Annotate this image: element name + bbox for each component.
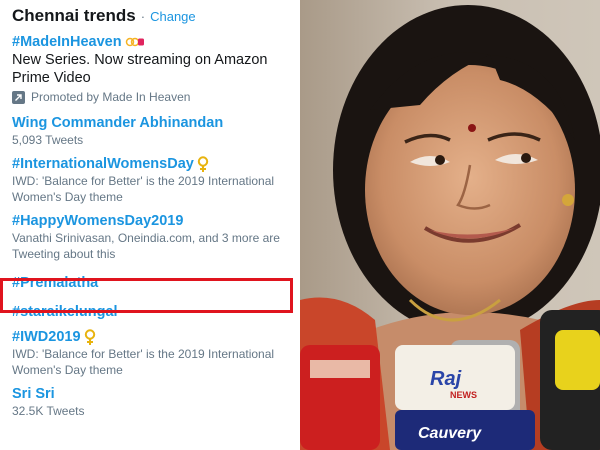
promoted-text: Promoted by Made In Heaven bbox=[31, 90, 191, 104]
trend-name[interactable]: #InternationalWomensDay bbox=[12, 155, 300, 173]
header-separator: · bbox=[140, 9, 146, 24]
trend-description: New Series. Now streaming on Amazon Prim… bbox=[12, 52, 268, 86]
trend-item[interactable]: #InternationalWomensDay IWD: 'Balance fo… bbox=[12, 152, 300, 209]
trend-item[interactable]: Wing Commander Abhinandan 5,093 Tweets bbox=[12, 111, 300, 152]
highlight-annotation-box bbox=[0, 278, 293, 313]
trend-item[interactable]: #MadeInHeaven New Series. Now streaming … bbox=[12, 30, 300, 109]
trends-panel: Chennai trends · Change #MadeInHeaven Ne… bbox=[0, 0, 300, 450]
trend-context: IWD: 'Balance for Better' is the 2019 In… bbox=[12, 347, 275, 377]
news-photo: Raj NEWS Cauvery bbox=[300, 0, 600, 450]
speaker-photo-illustration: Raj NEWS Cauvery bbox=[300, 0, 600, 450]
mic-logo-cauvery: Cauvery bbox=[418, 425, 482, 442]
tweet-count: 5,093 Tweets bbox=[12, 133, 84, 147]
change-location-link[interactable]: Change bbox=[150, 9, 196, 24]
trend-name[interactable]: #HappyWomensDay2019 bbox=[12, 212, 300, 230]
trend-name-text[interactable]: #IWD2019 bbox=[12, 328, 81, 346]
trends-title: Chennai trends bbox=[12, 6, 136, 25]
tweet-count: 32.5K Tweets bbox=[12, 404, 85, 418]
trend-name-text[interactable]: #InternationalWomensDay bbox=[12, 155, 194, 173]
trend-context: Vanathi Srinivasan, Oneindia.com, and 3 … bbox=[12, 231, 280, 261]
trend-item[interactable]: #HappyWomensDay2019 Vanathi Srinivasan, … bbox=[12, 209, 300, 266]
trend-name-text[interactable]: #MadeInHeaven bbox=[12, 33, 122, 51]
promoted-label: Promoted by Made In Heaven bbox=[12, 89, 300, 105]
trends-header: Chennai trends · Change bbox=[12, 6, 300, 30]
female-symbol-icon bbox=[197, 155, 209, 173]
trend-name[interactable]: #MadeInHeaven bbox=[12, 33, 300, 51]
mic-logo-news: NEWS bbox=[450, 390, 477, 400]
promoted-arrow-icon bbox=[12, 90, 25, 104]
mic-logo-raj: Raj bbox=[430, 368, 462, 390]
female-symbol-icon bbox=[84, 328, 96, 346]
trend-name[interactable]: Wing Commander Abhinandan bbox=[12, 114, 300, 132]
trend-context: IWD: 'Balance for Better' is the 2019 In… bbox=[12, 174, 275, 204]
hashflag-icon bbox=[125, 37, 145, 47]
trend-item[interactable]: Sri Sri 32.5K Tweets bbox=[12, 382, 300, 423]
trend-item[interactable]: #IWD2019 IWD: 'Balance for Better' is th… bbox=[12, 325, 300, 382]
trend-name[interactable]: Sri Sri bbox=[12, 385, 300, 403]
trend-name[interactable]: #IWD2019 bbox=[12, 328, 300, 346]
